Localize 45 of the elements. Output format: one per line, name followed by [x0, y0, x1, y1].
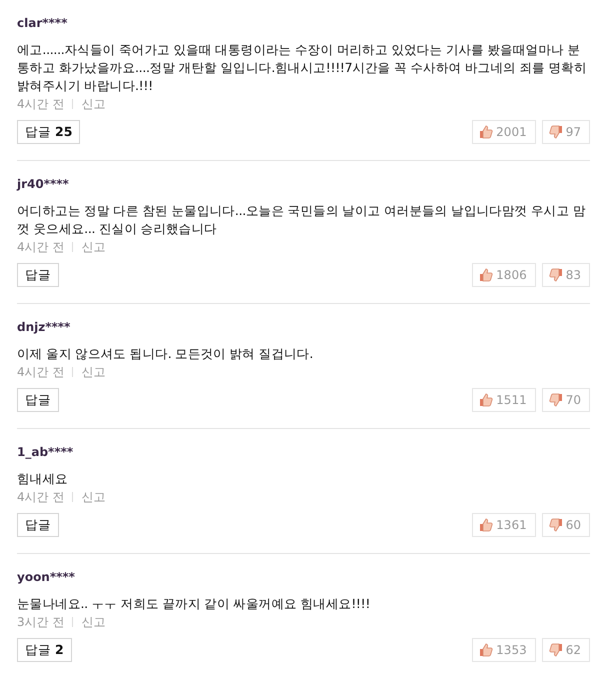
comment-text: 에고......자식들이 죽어가고 있을때 대통령이라는 수장이 머리하고 있었다는 기사를 봤을때얼마나 분통하고 화가났을까요....정말 개탄할 일입니다.힘내시고!!!!7시간을 꼭 수사하여 바그네의 죄를 명확히 밝혀주시기 바랍니다.!!!	[17, 41, 588, 95]
dislike-button[interactable]: 62	[542, 638, 590, 662]
timestamp: 4시간 전	[17, 489, 64, 505]
report-link[interactable]: 신고	[81, 614, 106, 630]
thumbs-up-icon	[479, 393, 494, 407]
thumbs-up-icon	[479, 268, 494, 282]
like-button[interactable]: 1806	[472, 263, 536, 287]
thumbs-down-icon	[548, 393, 563, 407]
timestamp: 4시간 전	[17, 364, 64, 380]
report-link[interactable]: 신고	[81, 239, 106, 255]
thumbs-down-icon	[548, 518, 563, 532]
like-button[interactable]: 1361	[472, 513, 536, 537]
timestamp: 4시간 전	[17, 239, 64, 255]
reply-button[interactable]: 답글 25	[17, 120, 80, 144]
like-button[interactable]: 2001	[472, 120, 536, 144]
username: clar****	[17, 15, 68, 31]
dislike-button[interactable]: 60	[542, 513, 590, 537]
reply-button[interactable]: 답글	[17, 513, 59, 537]
report-link[interactable]: 신고	[81, 489, 106, 505]
thumbs-up-icon	[479, 518, 494, 532]
username: yoon****	[17, 569, 75, 585]
thumbs-down-icon	[548, 643, 563, 657]
username: 1_ab****	[17, 444, 74, 460]
username: dnjz****	[17, 319, 70, 335]
username: jr40****	[17, 176, 69, 192]
thumbs-up-icon	[479, 125, 494, 139]
comment-text: 눈물나네요.. ㅜㅜ 저희도 끝까지 같이 싸울꺼예요 힘내세요!!!!	[17, 595, 372, 613]
reply-button[interactable]: 답글	[17, 388, 59, 412]
dislike-button[interactable]: 97	[542, 120, 590, 144]
dislike-button[interactable]: 83	[542, 263, 590, 287]
comment-text: 이제 울지 않으셔도 됩니다. 모든것이 밝혀 질겁니다.	[17, 345, 314, 363]
timestamp: 3시간 전	[17, 614, 64, 630]
report-link[interactable]: 신고	[81, 364, 106, 380]
like-button[interactable]: 1511	[472, 388, 536, 412]
reply-button[interactable]: 답글	[17, 263, 59, 287]
comment-text: 어디하고는 정말 다른 참된 눈물입니다...오늘은 국민들의 날이고 여러분들의 날입니다맘껏 우시고 맘껏 웃으세요... 진실이 승리했습니다	[17, 202, 586, 238]
comment-text: 힘내세요	[17, 470, 69, 488]
thumbs-down-icon	[548, 268, 563, 282]
dislike-button[interactable]: 70	[542, 388, 590, 412]
like-button[interactable]: 1353	[472, 638, 536, 662]
timestamp: 4시간 전	[17, 96, 64, 112]
thumbs-down-icon	[548, 125, 563, 139]
thumbs-up-icon	[479, 643, 494, 657]
report-link[interactable]: 신고	[81, 96, 106, 112]
reply-button[interactable]: 답글 2	[17, 638, 72, 662]
